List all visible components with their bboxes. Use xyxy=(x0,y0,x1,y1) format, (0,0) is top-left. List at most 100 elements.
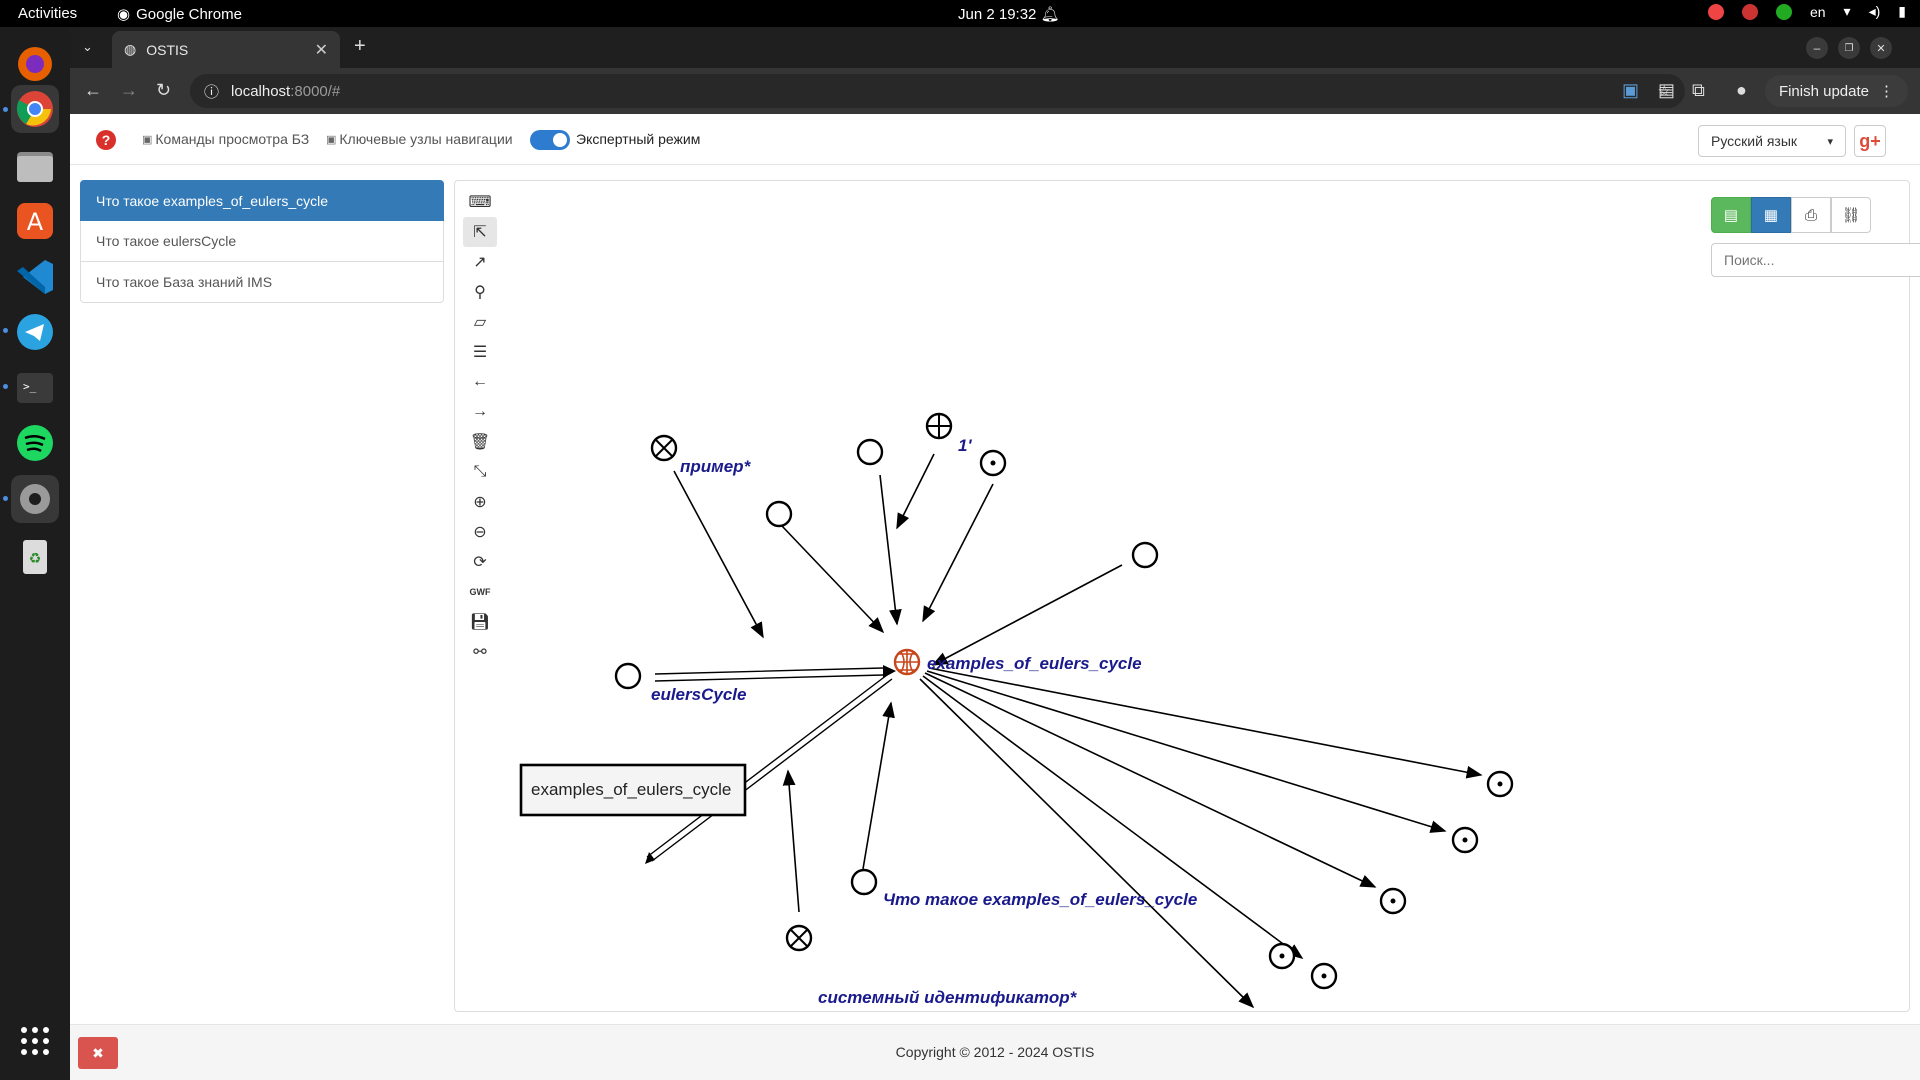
scg-graph-panel: examples_of_eulers_cycle пример* 1' exam… xyxy=(454,180,1920,1013)
close-window-icon[interactable]: ✕ xyxy=(1870,37,1892,59)
delete-icon[interactable]: 🗑︎ xyxy=(463,427,497,457)
arc-sysid xyxy=(782,769,800,913)
node-circle[interactable] xyxy=(1131,541,1159,569)
svg-text:A: A xyxy=(27,208,44,236)
page-footer: ✖ Copyright © 2012 - 2024 OSTIS xyxy=(70,1024,1920,1080)
edge-mode-icon[interactable]: ↗ xyxy=(463,247,497,277)
shield-tray-icon[interactable] xyxy=(1775,3,1792,20)
print-icon[interactable]: ⎙ xyxy=(1791,197,1831,233)
extension-icon[interactable]: ▤ xyxy=(1658,80,1675,101)
address-bar[interactable]: ⓘ localhost:8000/# ☆ xyxy=(190,74,1685,108)
system-tray[interactable]: en ▾ ◂) ▮ xyxy=(1707,3,1906,20)
running-indicator xyxy=(3,384,8,389)
activities-button[interactable]: Activities xyxy=(18,5,77,22)
arc-node xyxy=(931,564,1123,666)
reload-icon[interactable]: ↻ xyxy=(156,80,171,101)
bus-mode-icon[interactable]: ⚲ xyxy=(463,277,497,307)
clock[interactable]: Jun 2 19:32 🔔︎ xyxy=(958,5,1060,23)
app-tray-icon[interactable] xyxy=(1741,3,1758,20)
trash-icon[interactable]: ♻ xyxy=(11,532,59,580)
wifi-icon[interactable]: ▾ xyxy=(1844,3,1851,20)
files-icon[interactable] xyxy=(11,142,59,190)
site-info-icon[interactable]: ⓘ xyxy=(204,81,219,102)
telegram-icon[interactable] xyxy=(11,308,59,356)
back-icon[interactable]: ← xyxy=(84,80,102,101)
search-input[interactable] xyxy=(1711,243,1920,277)
grid-view-icon[interactable]: ▦ xyxy=(1751,197,1791,233)
compress-icon[interactable]: ⤡ xyxy=(463,457,497,487)
scg-graph-canvas[interactable]: examples_of_eulers_cycle пример* 1' exam… xyxy=(455,181,1911,1013)
keyboard-icon[interactable]: ⌨ xyxy=(463,187,497,217)
arc-out xyxy=(928,667,1483,779)
select-mode-icon[interactable]: ⇱ xyxy=(463,217,497,247)
text-view-icon[interactable]: ▤ xyxy=(1711,197,1751,233)
label-central: examples_of_eulers_cycle xyxy=(927,654,1142,673)
new-tab-icon[interactable]: + xyxy=(354,35,366,58)
close-tab-icon[interactable]: ✕ xyxy=(315,40,328,60)
history-item[interactable]: Что такое examples_of_eulers_cycle xyxy=(80,180,444,221)
app-name: Google Chrome xyxy=(136,5,242,23)
bell-icon: 🔔︎ xyxy=(1040,6,1060,23)
arc-out xyxy=(919,678,1255,1009)
minimize-icon[interactable]: – xyxy=(1806,37,1828,59)
show-apps-icon[interactable] xyxy=(11,1017,59,1065)
link-icon[interactable]: ⛓ xyxy=(1831,197,1871,233)
expert-mode-toggle[interactable] xyxy=(530,130,570,150)
copyright-text: Copyright © 2012 - 2024 OSTIS xyxy=(895,1044,1095,1060)
clock-text: Jun 2 19:32 xyxy=(958,6,1037,23)
integrate-icon[interactable]: ⚯ xyxy=(463,637,497,667)
arc-out xyxy=(924,672,1377,888)
arc-node xyxy=(879,474,902,626)
keyboard-layout[interactable]: en xyxy=(1810,4,1826,20)
finish-update-button[interactable]: Finish update ⋮ xyxy=(1764,75,1908,107)
chrome-tray-icon[interactable] xyxy=(1707,3,1724,20)
firefox-icon[interactable] xyxy=(11,40,59,88)
arc-node xyxy=(781,525,885,634)
gwf-export-icon[interactable]: GWF xyxy=(463,577,497,607)
history-list: Что такое examples_of_eulers_cycle Что т… xyxy=(80,180,444,303)
contour-mode-icon[interactable]: ▱ xyxy=(463,307,497,337)
key-nodes-menu[interactable]: ▣ Ключевые узлы навигации xyxy=(326,131,513,147)
battery-icon[interactable]: ▮ xyxy=(1898,3,1906,20)
settings-icon[interactable] xyxy=(11,475,59,523)
help-icon[interactable]: ? xyxy=(96,130,116,150)
zoom-out-icon[interactable]: ⊖ xyxy=(463,517,497,547)
language-select[interactable]: Русский язык ▾ xyxy=(1698,125,1846,157)
kb-commands-menu[interactable]: ▣ Команды просмотра БЗ xyxy=(142,131,309,147)
central-node[interactable] xyxy=(893,648,921,676)
arrowhead xyxy=(883,665,896,678)
app-center-icon[interactable]: A xyxy=(11,197,59,245)
label-eulers: eulersCycle xyxy=(651,685,746,704)
refresh-layout-icon[interactable]: ⟳ xyxy=(463,547,497,577)
zoom-in-icon[interactable]: ⊕ xyxy=(463,487,497,517)
restore-icon[interactable]: ❐ xyxy=(1838,37,1860,59)
node-circle[interactable] xyxy=(765,500,793,528)
profile-avatar[interactable]: ● xyxy=(1736,80,1747,101)
save-icon[interactable]: 💾︎ xyxy=(463,607,497,637)
extensions-puzzle-icon[interactable]: ⧉ xyxy=(1692,80,1705,101)
kebab-menu-icon[interactable]: ⋮ xyxy=(1879,82,1894,100)
vscode-icon[interactable] xyxy=(11,253,59,301)
node-question[interactable] xyxy=(850,868,878,896)
forward-icon[interactable]: → xyxy=(120,80,138,101)
tab-ostis[interactable]: ◍ OSTIS ✕ xyxy=(112,31,340,68)
volume-icon[interactable]: ◂) xyxy=(1869,3,1881,20)
active-app-menu[interactable]: ◉ Google Chrome xyxy=(117,5,242,24)
translate-icon[interactable]: ▣ xyxy=(1622,80,1639,101)
undo-icon[interactable]: ← xyxy=(463,367,497,397)
history-item[interactable]: Что такое База знаний IMS xyxy=(80,262,444,303)
node-eulers[interactable] xyxy=(614,662,642,690)
scg-toolbar: ⌨ ⇱ ↗ ⚲ ▱ ☰ ← → 🗑︎ ⤡ ⊕ ⊖ ⟳ GWF 💾︎ ⚯ xyxy=(463,187,497,667)
label-one: 1' xyxy=(958,436,972,455)
google-plus-button[interactable]: g+ xyxy=(1854,125,1886,157)
label-sysid: системный идентификатор* xyxy=(818,988,1078,1007)
tab-search-icon[interactable]: ⌄ xyxy=(82,39,93,55)
link-mode-icon[interactable]: ☰ xyxy=(463,337,497,367)
redo-icon[interactable]: → xyxy=(463,397,497,427)
terminal-icon[interactable]: >_ xyxy=(11,364,59,412)
node-circle[interactable] xyxy=(856,438,884,466)
spotify-icon[interactable] xyxy=(11,419,59,467)
arc-question xyxy=(862,701,895,870)
chrome-icon[interactable] xyxy=(11,85,59,133)
history-item[interactable]: Что такое eulersCycle xyxy=(80,221,444,262)
